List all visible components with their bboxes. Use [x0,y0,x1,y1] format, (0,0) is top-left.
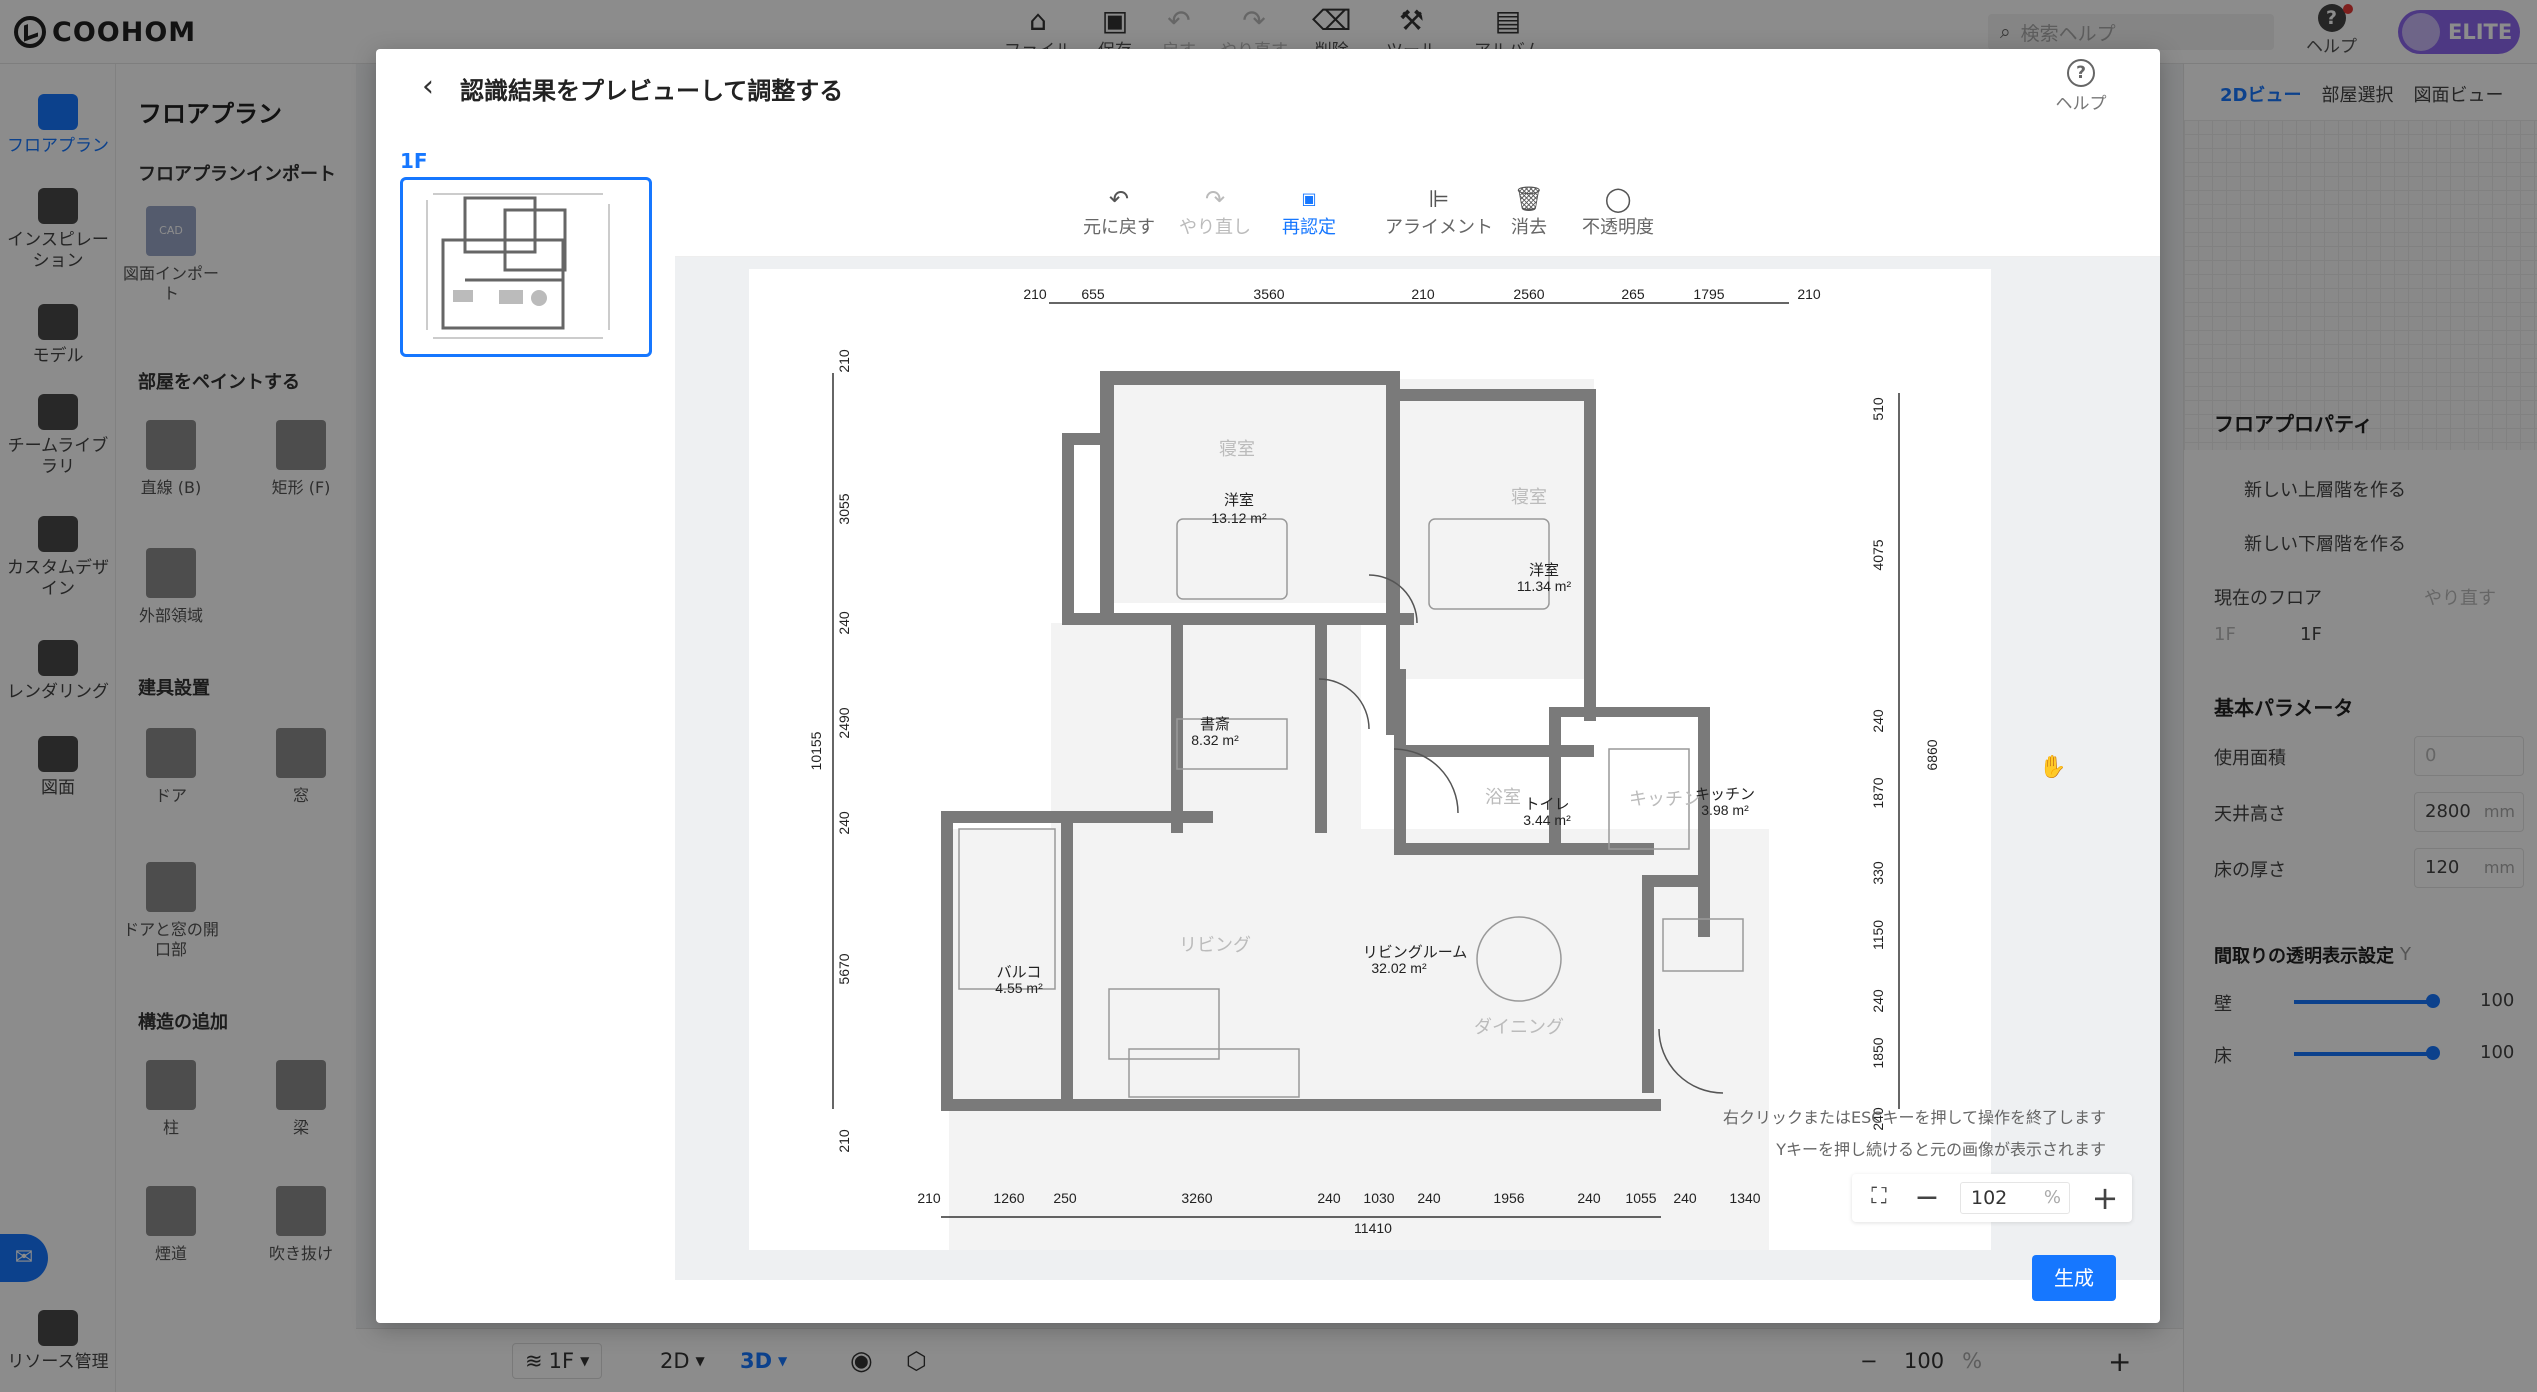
dim-bottom-11: 240 [1673,1190,1697,1206]
dialog-help-button[interactable]: ? ヘルプ [2046,59,2116,114]
room-sub-kitchen: キッチン [1695,786,1755,803]
dim-right-7: 240 [1870,989,1886,1013]
room-sub-bedroom-1: 洋室 [1224,492,1254,509]
room-area-balcony: 4.55 m² [995,980,1043,996]
floorplan-image[interactable]: 寝室 洋室 13.12 m² 寝室 洋室 11.34 m² 書斎 8.32 m²… [749,269,1991,1250]
trash-icon: 🗑 [1513,185,1545,213]
chevron-left-icon: ‹ [422,69,434,104]
room-sub-toilet: トイレ [1524,796,1569,813]
dim-left-1: 210 [836,349,852,373]
dim-right-4: 1870 [1870,777,1886,808]
room-name-bedroom-1: 寝室 [1219,439,1255,459]
align-icon: ⊫ [1428,185,1450,213]
dim-right-5: 330 [1870,861,1886,885]
dim-right-8: 1850 [1870,1037,1886,1068]
zoom-out-button[interactable]: − [1912,1178,1942,1218]
dim-bottom-total: 11410 [1354,1220,1392,1236]
help-icon: ? [2067,59,2095,87]
room-area-toilet: 3.44 m² [1523,812,1571,828]
room-sub-living: リビングルーム [1363,944,1468,961]
back-button[interactable]: ‹ [412,67,444,107]
opacity-button[interactable]: ◯ 不透明度 [1582,185,1654,239]
dim-top-6: 265 [1621,286,1645,302]
room-name-kitchen-ghost: キッチン [1629,789,1701,809]
dim-bottom-4: 3260 [1181,1190,1212,1206]
dim-top-5: 2560 [1513,286,1544,302]
hint-y-key: Yキーを押し続けると元の画像が表示されます [1776,1140,2106,1159]
dim-left-2: 3055 [836,493,852,524]
dim-bottom-10: 1055 [1625,1190,1656,1206]
ai-recognize-icon: ▣ [1301,189,1317,208]
dim-top-4: 210 [1411,286,1435,302]
recognition-preview-dialog: ‹ 認識結果をプレビューして調整する ? ヘルプ 1F ↶ 元に戻す ↷ やり直… [376,49,2160,1323]
dim-top-1: 210 [1023,286,1047,302]
dialog-title: 認識結果をプレビューして調整する [460,77,844,105]
opacity-icon: ◯ [1604,185,1632,213]
dim-right-3: 240 [1870,709,1886,733]
room-area-bedroom-2: 11.34 m² [1517,578,1572,594]
dim-top-3: 3560 [1253,286,1284,302]
re-recognize-button[interactable]: ▣ 再認定 [1282,185,1336,239]
room-area-living: 32.02 m² [1371,960,1427,976]
dim-left-7: 210 [836,1129,852,1153]
dim-bottom-3: 250 [1053,1190,1077,1206]
dim-bottom-7: 240 [1417,1190,1441,1206]
edit-toolbar: ↶ 元に戻す ↷ やり直し ▣ 再認定 ⊫ アライメント 🗑 消去 ◯ 不透明度 [675,129,2160,257]
dim-left-6: 5670 [836,953,852,984]
redo-button[interactable]: ↷ やり直し [1179,185,1251,239]
generate-button[interactable]: 生成 [2032,1255,2116,1301]
room-area-study: 8.32 m² [1191,732,1239,748]
dim-left-4: 2490 [836,707,852,738]
room-name-bath: 浴室 [1485,787,1521,807]
dim-bottom-1: 210 [917,1190,941,1206]
dim-left-5: 240 [836,811,852,835]
dim-right-6: 1150 [1870,920,1886,950]
dim-bottom-6: 1030 [1363,1190,1394,1206]
room-name-dining: ダイニング [1474,1017,1564,1037]
dim-bottom-2: 1260 [993,1190,1024,1206]
room-sub-bedroom-2: 洋室 [1529,562,1559,579]
zoom-in-button[interactable]: + [2088,1178,2122,1218]
room-area-bedroom-1: 13.12 m² [1211,510,1267,526]
hand-cursor-icon: ✋ [2039,755,2067,780]
undo-icon: ↶ [1108,185,1130,213]
hint-right-click: 右クリックまたはESCキーを押して操作を終了します [1723,1108,2106,1127]
room-name-living: リビング [1179,935,1251,955]
dim-left-3: 240 [836,611,852,635]
erase-button[interactable]: 🗑 消去 [1511,185,1547,239]
room-name-bedroom-2: 寝室 [1511,487,1547,507]
dim-right-1: 510 [1870,397,1886,421]
zoom-input[interactable]: 102 % [1960,1182,2070,1214]
dim-bottom-8: 1956 [1493,1190,1524,1206]
fit-screen-icon[interactable]: ⛶ [1866,1184,1892,1210]
floor-list: 1F [376,139,674,1279]
dim-top-2: 655 [1081,286,1105,302]
dim-bottom-9: 240 [1577,1190,1601,1206]
alignment-button[interactable]: ⊫ アライメント [1385,185,1493,239]
dim-top-8: 210 [1797,286,1821,302]
room-area-kitchen: 3.98 m² [1701,802,1749,818]
zoom-control: ⛶ − 102 % + [1852,1174,2132,1222]
dim-right-total: 6860 [1924,739,1940,770]
dim-bottom-12: 1340 [1729,1190,1760,1206]
floor-thumbnail-plan [426,193,610,339]
floor-1f-label: 1F [400,149,428,173]
dim-bottom-5: 240 [1317,1190,1341,1206]
dim-top-7: 1795 [1693,286,1724,302]
room-name-study: 書斎 [1200,715,1230,733]
redo-icon: ↷ [1204,185,1226,213]
room-name-balcony: バルコ [997,964,1042,981]
floorplan-drawing: 寝室 洋室 13.12 m² 寝室 洋室 11.34 m² 書斎 8.32 m²… [808,286,1940,1250]
floor-1f-thumbnail[interactable] [400,177,652,357]
dim-left-total: 10155 [808,731,824,770]
dim-right-2: 4075 [1870,539,1886,570]
undo-button[interactable]: ↶ 元に戻す [1083,185,1155,239]
